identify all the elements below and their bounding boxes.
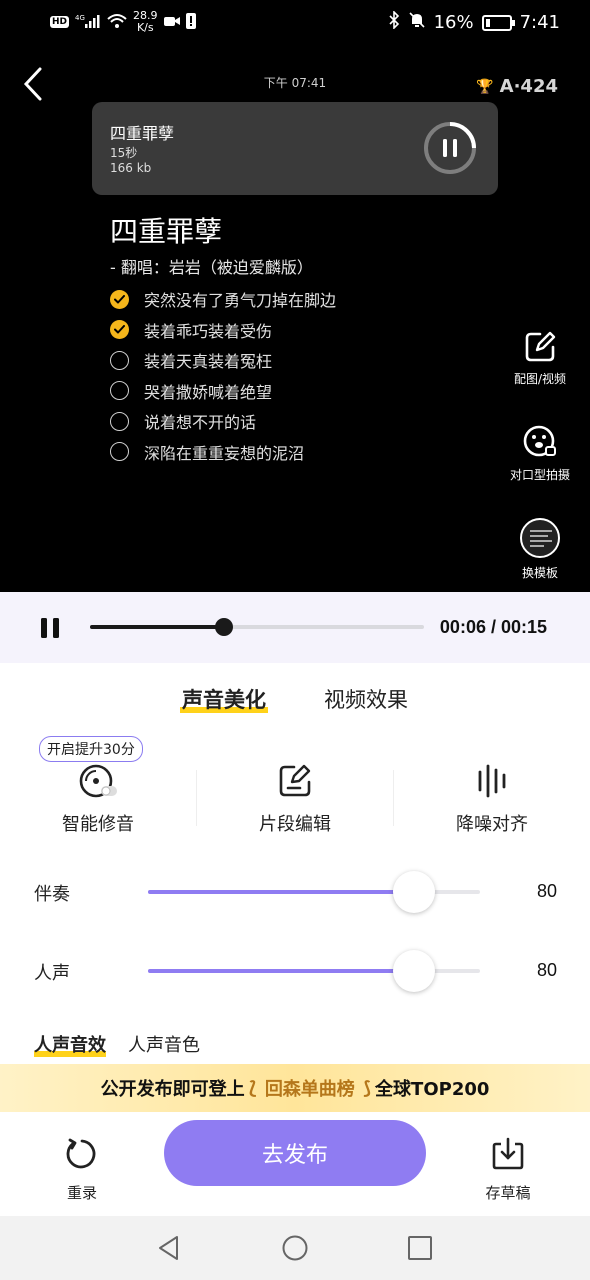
recording-card: 四重罪孽 15秒 166 kb: [92, 102, 498, 195]
preview-area: HD 4G 28.9 K/s 16% 7:41 下午 07:41 🏆 A·424…: [0, 0, 590, 592]
status-bar: HD 4G 28.9 K/s 16% 7:41: [0, 0, 590, 46]
lyric-line[interactable]: 深陷在重重妄想的泥沼: [110, 437, 336, 468]
waveform-icon: [478, 764, 506, 798]
circle-home-icon: [282, 1235, 308, 1261]
nav-home-button[interactable]: [281, 1234, 309, 1262]
accompaniment-slider[interactable]: [148, 871, 480, 913]
laurel-left-icon: ⟅: [248, 1077, 257, 1099]
segment-edit-button[interactable]: 片段编辑: [197, 762, 393, 836]
tab-vocal-timbre[interactable]: 人声音色: [128, 1031, 200, 1057]
edit-tabs: 声音美化 视频效果: [0, 684, 590, 714]
accompaniment-slider-row: 伴奏 80: [0, 871, 590, 913]
accompaniment-label: 伴奏: [34, 884, 70, 905]
song-title: 四重罪孽: [110, 215, 223, 248]
lip-sync-button[interactable]: 对口型拍摄: [490, 424, 590, 483]
chart-name: 回森单曲榜: [264, 1079, 355, 1100]
save-draft-button[interactable]: 存草稿: [468, 1136, 548, 1203]
card-title: 四重罪孽: [110, 124, 175, 143]
mute-icon: [408, 11, 426, 34]
trophy-icon: 🏆: [476, 78, 494, 95]
disc-icon: [79, 764, 117, 798]
promo-banner[interactable]: 公开发布即可登上 ⟅ 回森单曲榜 ⟆ 全球TOP200: [0, 1064, 590, 1112]
card-pause-button[interactable]: [422, 120, 478, 176]
playback-progress[interactable]: [90, 618, 424, 636]
empty-circle-icon: [110, 442, 129, 462]
auto-tune-button[interactable]: 智能修音: [0, 762, 196, 836]
edit-segment-icon: [279, 764, 311, 797]
empty-circle-icon: [110, 411, 129, 431]
system-nav-bar: [0, 1216, 590, 1280]
tab-video-effects[interactable]: 视频效果: [322, 684, 410, 714]
camera-icon: [163, 15, 180, 30]
tab-vocal-effect[interactable]: 人声音效: [34, 1031, 106, 1057]
singer-credit: - 翻唱：岩岩（被迫爱麟版）: [110, 258, 313, 277]
check-circle-icon: [110, 320, 129, 340]
refresh-icon: [66, 1138, 96, 1169]
empty-circle-icon: [110, 381, 129, 401]
lyrics-list: 突然没有了勇气刀掉在脚边 装着乖巧装着受伤 装着天真装着冤枉 哭着撒娇喊着绝望 说着想不…: [110, 284, 336, 467]
promo-tag: 开启提升30分: [39, 736, 143, 762]
progress-handle[interactable]: [214, 618, 233, 636]
hd-badge: HD: [50, 16, 70, 28]
triangle-back-icon: [159, 1236, 178, 1260]
tool-row: 智能修音 片段编辑 降噪对齐: [0, 762, 590, 852]
check-circle-icon: [110, 289, 129, 309]
card-size: 166 kb: [110, 161, 152, 175]
square-recents-icon: [408, 1236, 432, 1260]
svg-text:4G: 4G: [75, 14, 85, 22]
edit-square-icon: [525, 331, 556, 362]
publish-button[interactable]: 去发布: [164, 1120, 426, 1186]
lyric-line[interactable]: 突然没有了勇气刀掉在脚边: [110, 284, 336, 315]
accompaniment-slider-handle[interactable]: [392, 871, 435, 913]
network-speed: 28.9 K/s: [133, 9, 158, 34]
bottom-action-bar: 重录 去发布 存草稿: [0, 1112, 590, 1216]
vocal-subtabs: 人声音效 人声音色: [34, 1031, 200, 1057]
rerecord-button[interactable]: 重录: [42, 1136, 122, 1203]
change-template-button[interactable]: 换模板: [490, 518, 590, 581]
network-icon: 4G: [75, 13, 101, 32]
pause-icon: [41, 618, 59, 638]
bluetooth-icon: [388, 10, 400, 34]
vocal-value: 80: [536, 960, 557, 980]
wifi-icon: [107, 13, 127, 32]
vocal-slider[interactable]: [148, 950, 480, 992]
battery-icon: [481, 14, 515, 31]
image-video-button[interactable]: 配图/视频: [490, 330, 590, 387]
vocal-label: 人声: [34, 963, 70, 984]
playback-time: 00:06 / 00:15: [439, 617, 547, 637]
template-thumbnail: [520, 518, 560, 558]
card-duration: 15秒: [110, 146, 138, 160]
lyric-line[interactable]: 哭着撒娇喊着绝望: [110, 376, 336, 407]
nav-recents-button[interactable]: [406, 1234, 434, 1262]
playback-bar: 00:06 / 00:15: [0, 592, 590, 663]
face-camera-icon: [523, 425, 556, 457]
score-badge: 🏆 A·424: [476, 76, 558, 97]
accompaniment-value: 80: [536, 881, 557, 901]
alert-icon: [185, 12, 196, 32]
lyric-line[interactable]: 装着乖巧装着受伤: [110, 315, 336, 346]
denoise-align-button[interactable]: 降噪对齐: [394, 762, 590, 836]
lyric-line[interactable]: 装着天真装着冤枉: [110, 345, 336, 376]
pause-circle-icon: [424, 122, 476, 174]
vocal-slider-row: 人声 80: [0, 950, 590, 992]
lyric-line[interactable]: 说着想不开的话: [110, 406, 336, 437]
laurel-right-icon: ⟆: [362, 1077, 372, 1099]
play-pause-button[interactable]: [38, 616, 62, 640]
empty-circle-icon: [110, 350, 129, 370]
battery-percent: 16%: [433, 12, 474, 33]
nav-back-button[interactable]: [155, 1234, 183, 1262]
vocal-slider-handle[interactable]: [392, 950, 435, 992]
download-box-icon: [492, 1137, 524, 1170]
clock: 7:41: [519, 12, 560, 33]
tab-voice-beautify[interactable]: 声音美化: [180, 684, 268, 714]
